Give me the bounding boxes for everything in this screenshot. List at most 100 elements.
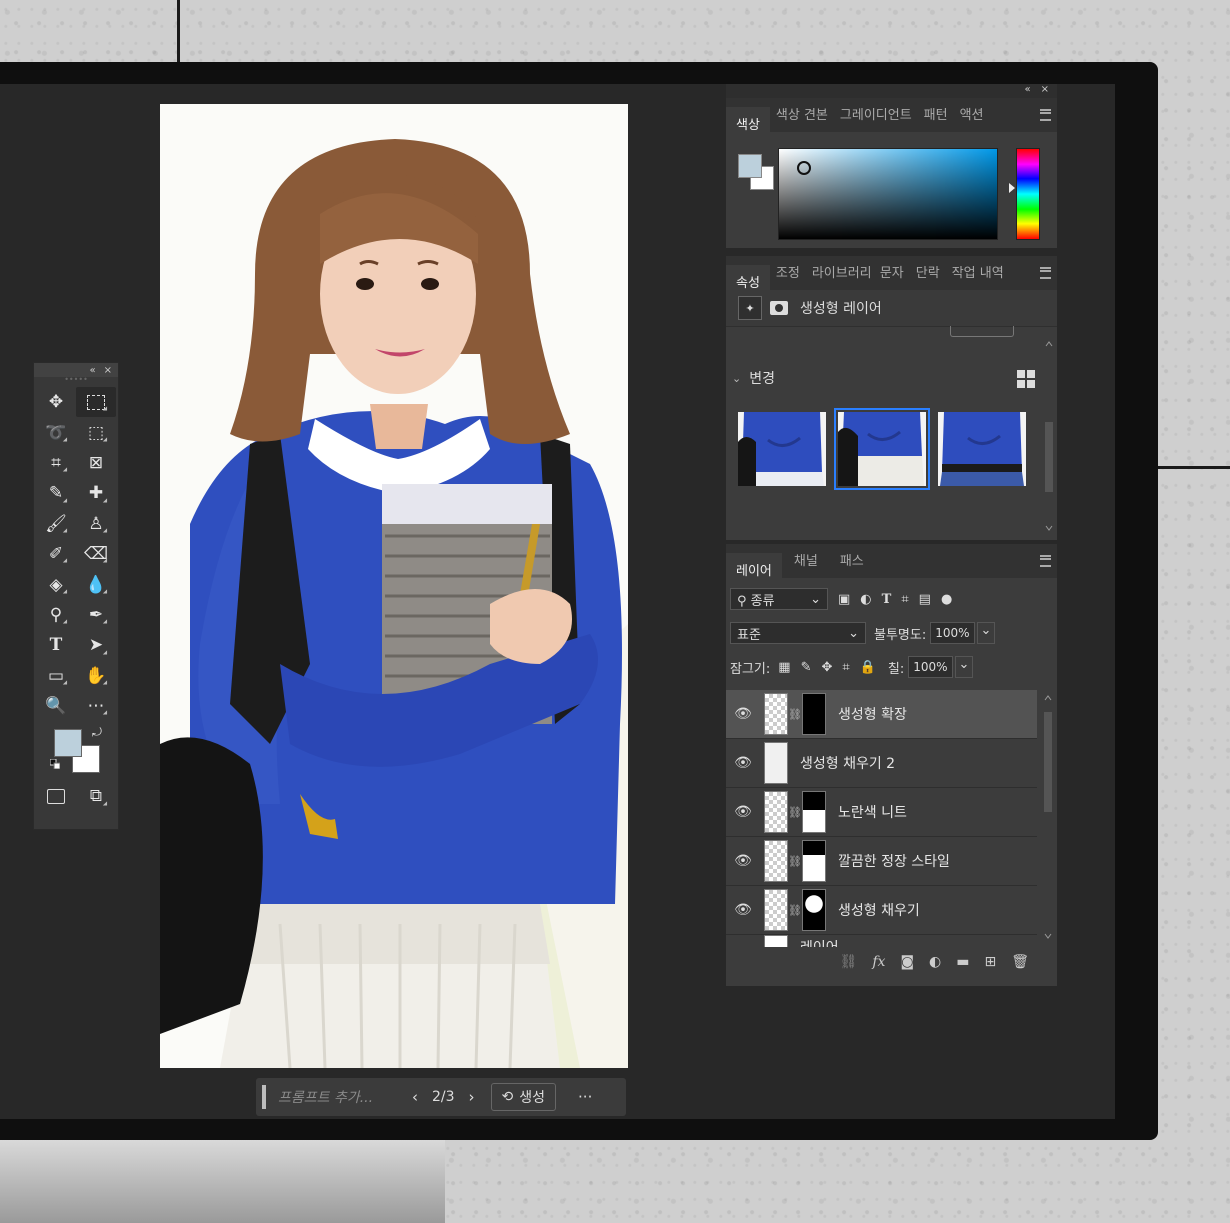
clone-stamp-tool-icon[interactable]: ♙	[76, 509, 116, 539]
paint-bucket-tool-icon[interactable]: ◈	[36, 569, 76, 599]
type-tool-icon[interactable]: T	[36, 630, 76, 660]
visibility-eye-icon[interactable]: 👁	[726, 804, 760, 820]
visibility-eye-icon[interactable]: 👁	[726, 902, 760, 918]
layer-row[interactable]: 레이어	[726, 935, 1037, 947]
layer-row[interactable]: 👁 ⛓ 깔끔한 정장 스타일	[726, 837, 1037, 886]
marquee-tool-icon[interactable]	[76, 387, 116, 418]
visibility-eye-icon[interactable]: 👁	[726, 755, 760, 771]
dodge-tool-icon[interactable]: ⚲	[36, 600, 76, 630]
panel-menu-icon[interactable]	[1040, 555, 1051, 567]
color-picker-handle[interactable]	[797, 161, 811, 175]
collapse-icon[interactable]: «	[89, 365, 95, 376]
layer-mask-thumbnail[interactable]	[802, 889, 826, 931]
eyedropper-tool-icon[interactable]: ✎	[36, 478, 76, 508]
default-colors-icon[interactable]	[50, 759, 60, 770]
edit-toolbar-icon[interactable]: ⋯	[76, 691, 116, 721]
tab-libraries[interactable]: 라이브러리	[806, 262, 874, 290]
filter-kind-dropdown[interactable]: ⚲ 종류 ⌄	[730, 588, 828, 610]
lock-position-icon[interactable]: ✥	[821, 660, 832, 675]
layer-row[interactable]: 👁 ⛓ 노란색 니트	[726, 788, 1037, 837]
previous-variation-button[interactable]: ‹	[412, 1088, 418, 1106]
hue-slider[interactable]	[1009, 148, 1040, 240]
tab-channels[interactable]: 채널	[782, 550, 824, 578]
layer-row[interactable]: 👁 ⛓ 생성형 채우기	[726, 886, 1037, 935]
color-foreground-swatch[interactable]	[738, 154, 762, 178]
tab-color[interactable]: 색상	[726, 107, 770, 132]
visibility-eye-icon[interactable]: 👁	[726, 853, 760, 869]
delete-layer-icon[interactable]: 🗑	[1011, 954, 1029, 970]
layer-row[interactable]: 👁 생성형 채우기 2	[726, 739, 1037, 788]
properties-scrollbar[interactable]	[1043, 336, 1055, 536]
layer-row[interactable]: 👁 ⛓ 생성형 확장	[726, 690, 1037, 739]
prompt-input[interactable]: 프롬프트 추가...	[278, 1087, 398, 1107]
filter-shape-icon[interactable]: ⌗	[901, 592, 908, 607]
tab-paths[interactable]: 패스	[824, 550, 870, 578]
lasso-tool-icon[interactable]: ➰	[36, 417, 76, 447]
filter-toggle-icon[interactable]: ●	[941, 592, 952, 607]
filter-pixel-icon[interactable]: ▣	[838, 592, 850, 607]
layer-mask-thumbnail[interactable]	[802, 693, 826, 735]
tab-gradients[interactable]: 그레이디언트	[834, 104, 918, 132]
layer-mask-thumbnail[interactable]	[802, 791, 826, 833]
fill-input[interactable]: 100%	[908, 656, 953, 678]
partial-button[interactable]	[950, 326, 1014, 337]
filter-type-icon[interactable]: T	[882, 592, 892, 607]
object-selection-tool-icon[interactable]: ⬚	[76, 417, 116, 447]
panel-menu-icon[interactable]	[1040, 109, 1051, 121]
brush-tool-icon[interactable]: 🖌	[36, 509, 76, 539]
more-options-button[interactable]: ···	[578, 1088, 592, 1106]
quick-mask-icon[interactable]	[36, 781, 76, 811]
link-icon[interactable]: ⛓	[788, 708, 802, 721]
document-canvas[interactable]	[160, 104, 628, 1068]
opacity-dropdown-icon[interactable]: ⌄	[976, 622, 996, 644]
grid-view-icon[interactable]	[1017, 370, 1035, 388]
variation-thumbnail-selected[interactable]	[834, 408, 930, 490]
collapse-panels-icon[interactable]: «	[1024, 84, 1030, 98]
variation-thumbnail[interactable]	[738, 412, 826, 486]
swap-colors-icon[interactable]: ⤾	[92, 725, 102, 740]
frame-tool-icon[interactable]: ⊠	[76, 448, 116, 478]
variation-thumbnail[interactable]	[938, 412, 1026, 486]
opacity-input[interactable]: 100%	[930, 622, 975, 644]
link-icon[interactable]: ⛓	[788, 904, 802, 917]
tab-layers[interactable]: 레이어	[726, 553, 782, 578]
lock-all-icon[interactable]: 🔒	[860, 660, 876, 675]
healing-brush-tool-icon[interactable]: ✚	[76, 478, 116, 508]
color-field[interactable]	[778, 148, 998, 240]
close-icon[interactable]: ×	[104, 365, 112, 376]
eraser-tool-icon[interactable]: ⌫	[76, 539, 116, 569]
prompt-bar-handle[interactable]	[262, 1085, 266, 1109]
crop-tool-icon[interactable]: ⌗	[36, 448, 76, 478]
tab-history[interactable]: 작업 내역	[946, 262, 1010, 290]
visibility-eye-icon[interactable]: 👁	[726, 706, 760, 722]
layer-style-icon[interactable]: fx	[872, 954, 885, 970]
foreground-color-swatch[interactable]	[54, 729, 82, 758]
tab-adjustments[interactable]: 조정	[770, 262, 806, 290]
rectangle-tool-icon[interactable]: ▭	[36, 661, 76, 691]
generate-button[interactable]: ⟲ 생성	[490, 1083, 557, 1111]
link-icon[interactable]: ⛓	[788, 855, 802, 868]
filter-smart-object-icon[interactable]: ▤	[919, 592, 931, 607]
fill-dropdown-icon[interactable]: ⌄	[954, 656, 974, 678]
tab-character[interactable]: 문자	[874, 262, 910, 290]
lock-transparent-icon[interactable]: ▦	[778, 660, 790, 675]
lock-image-icon[interactable]: ✎	[801, 660, 812, 675]
screen-mode-icon[interactable]: ⧉	[76, 781, 116, 811]
history-brush-tool-icon[interactable]: ✐	[36, 539, 76, 569]
tab-properties[interactable]: 속성	[726, 265, 770, 290]
blend-mode-dropdown[interactable]: 표준 ⌄	[730, 622, 866, 644]
move-tool-icon[interactable]: ✥	[36, 387, 76, 417]
layer-mask-thumbnail[interactable]	[802, 840, 826, 882]
lock-artboard-icon[interactable]: ⌗	[842, 660, 849, 675]
next-variation-button[interactable]: ›	[469, 1088, 475, 1106]
panel-menu-icon[interactable]	[1040, 267, 1051, 279]
link-icon[interactable]: ⛓	[788, 806, 802, 819]
add-mask-icon[interactable]: ◙	[900, 954, 914, 970]
hue-slider-handle[interactable]	[1009, 183, 1015, 193]
path-selection-tool-icon[interactable]: ➤	[76, 630, 116, 660]
new-group-icon[interactable]: ▬	[956, 954, 969, 970]
close-panels-icon[interactable]: ×	[1041, 84, 1049, 98]
zoom-tool-icon[interactable]: 🔍	[36, 691, 76, 721]
hand-tool-icon[interactable]: ✋	[76, 661, 116, 691]
pen-tool-icon[interactable]: ✒	[76, 600, 116, 630]
